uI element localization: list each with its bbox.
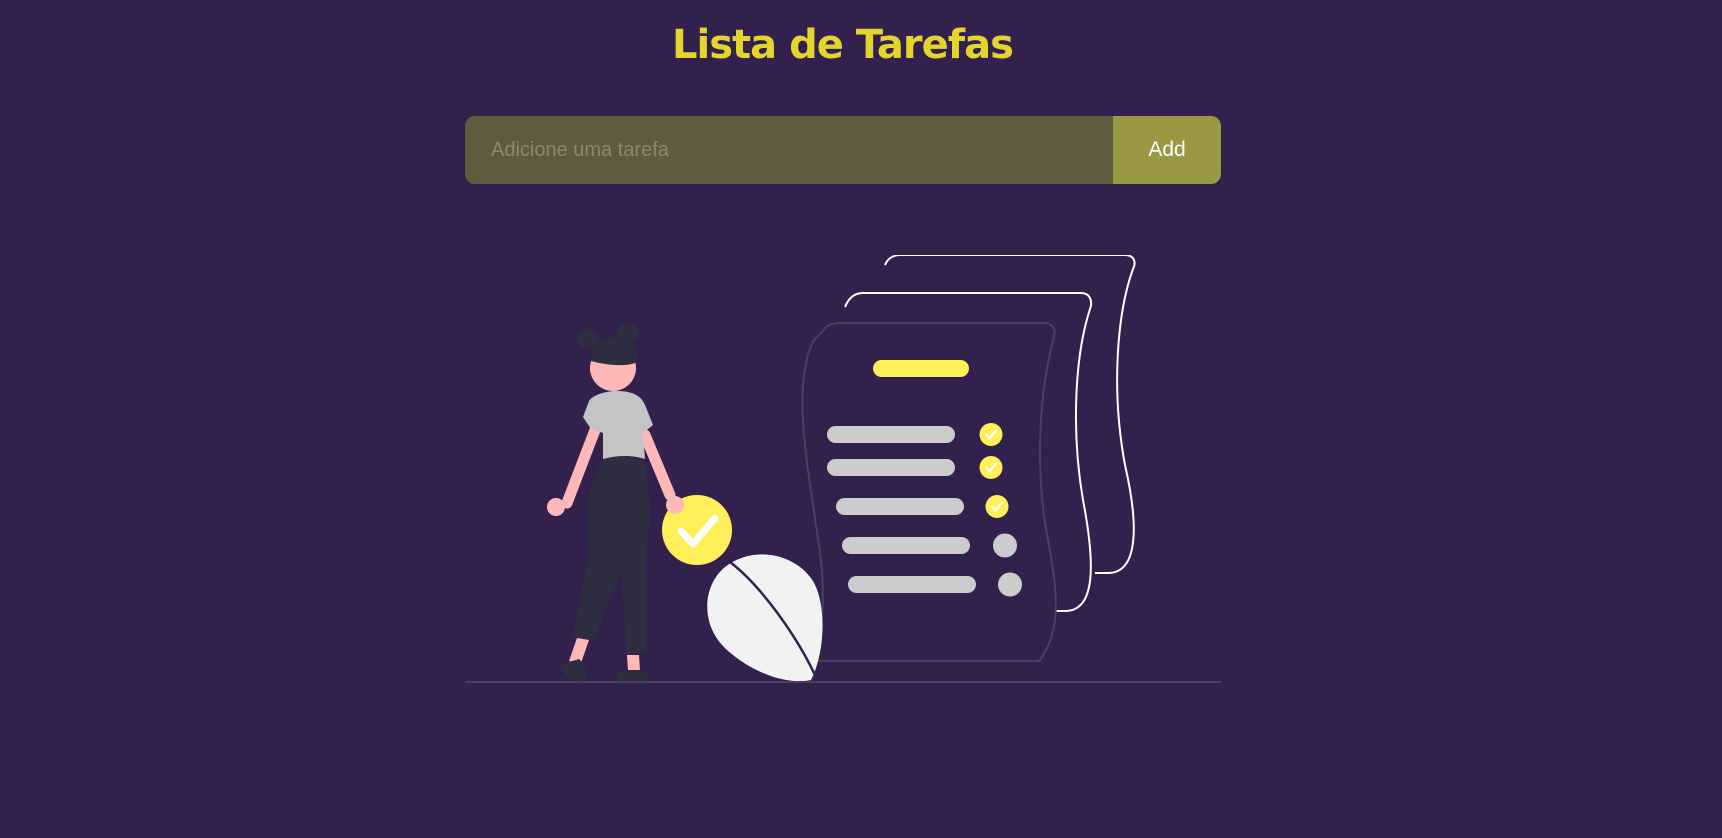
checklist-bar <box>827 426 955 443</box>
checked-circle-icon <box>985 495 1009 518</box>
checklist-bar <box>836 498 964 515</box>
add-task-form: Add <box>465 116 1221 184</box>
page-title: Lista de Tarefas <box>672 22 1014 68</box>
unchecked-circle-icon <box>998 572 1022 597</box>
add-button[interactable]: Add <box>1113 116 1221 184</box>
checked-circle-icon <box>979 456 1003 479</box>
paper-header-bar <box>873 360 969 377</box>
checklist-bar <box>842 537 970 554</box>
unchecked-circle-icon <box>993 533 1017 558</box>
woman-figure <box>547 323 684 683</box>
checked-circle-icon <box>979 423 1003 446</box>
todo-app: Lista de Tarefas Add <box>0 0 1722 838</box>
empty-task-list-illustration <box>465 255 1221 683</box>
task-input[interactable] <box>465 116 1113 184</box>
checklist-bar <box>827 459 955 476</box>
leaf <box>707 554 823 682</box>
checklist-bar <box>848 576 976 593</box>
